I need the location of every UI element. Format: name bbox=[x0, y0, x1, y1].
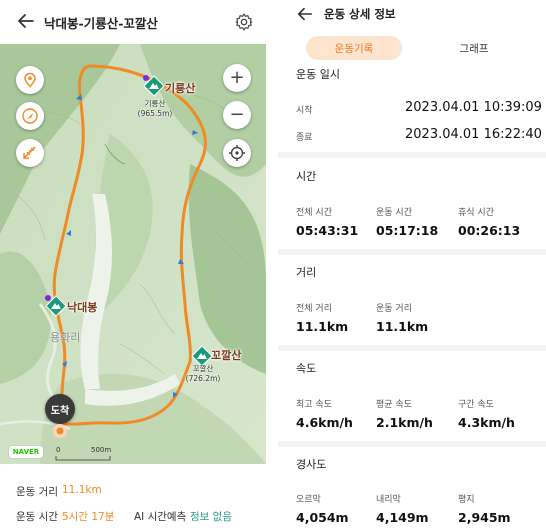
peak-name-label: 기룡산 bbox=[165, 82, 196, 95]
time-value: 5시간 17분 bbox=[62, 511, 115, 523]
naver-logo: NAVER bbox=[9, 446, 43, 458]
measure-button[interactable] bbox=[16, 139, 44, 167]
total-time-label: 전체 시간 bbox=[296, 208, 332, 218]
peak-sub-name: 기룡산 bbox=[144, 99, 166, 108]
flat-value: 2,945m bbox=[458, 510, 511, 525]
divider bbox=[271, 0, 278, 530]
crosshair-icon bbox=[229, 145, 245, 161]
end-value: 2023.04.01 16:22:40 bbox=[405, 127, 542, 142]
section-divider bbox=[278, 441, 546, 447]
gear-icon[interactable] bbox=[234, 12, 254, 32]
minus-icon: − bbox=[229, 104, 245, 125]
page-title: 낙대봉-기룡산-꼬깔산 bbox=[44, 16, 158, 31]
page-title: 운동 상세 정보 bbox=[324, 7, 396, 21]
back-arrow-icon[interactable] bbox=[296, 5, 314, 23]
gps-button[interactable] bbox=[223, 139, 251, 167]
section-divider bbox=[278, 152, 546, 158]
detail-screen: 운동 상세 정보 운동기록 그래프 운동 일시 시작 2023.04.01 10… bbox=[278, 0, 546, 530]
workout-distance-value: 11.1km bbox=[376, 319, 429, 334]
distance-label: 운동 거리 bbox=[16, 486, 58, 498]
peak-elevation: (726.2m) bbox=[185, 374, 221, 383]
total-time-value: 05:43:31 bbox=[296, 223, 359, 238]
peak-elevation: (965.5m) bbox=[137, 109, 173, 118]
workout-distance-label: 운동 거리 bbox=[376, 304, 412, 314]
end-badge[interactable]: 도착 bbox=[45, 394, 75, 424]
tab-graph[interactable]: 그래프 bbox=[426, 36, 522, 60]
back-arrow-icon[interactable] bbox=[16, 11, 36, 31]
location-pin-button[interactable] bbox=[16, 66, 44, 94]
avg-speed-value: 2.1km/h bbox=[376, 415, 433, 430]
section-speed-label: 구간 속도 bbox=[458, 400, 494, 410]
section-title-time: 시간 bbox=[296, 170, 317, 183]
compass-icon bbox=[22, 108, 38, 124]
section-divider bbox=[278, 249, 546, 255]
peak-name-label: 낙대봉 bbox=[67, 301, 98, 314]
map-screen: 낙대봉-기룡산-꼬깔산 + − 기룡산 기룡산 (965.5m) 꼬깔산 꼬깔산… bbox=[0, 0, 266, 530]
distance-value: 11.1km bbox=[62, 484, 102, 496]
start-value: 2023.04.01 10:39:09 bbox=[405, 100, 542, 115]
start-label: 시작 bbox=[296, 106, 313, 116]
section-title-distance: 거리 bbox=[296, 266, 317, 279]
end-label: 종료 bbox=[296, 133, 313, 143]
rest-time-label: 휴식 시간 bbox=[458, 208, 494, 218]
ai-estimate-label: AI 시간예측 bbox=[134, 511, 187, 523]
workout-time-label: 운동 시간 bbox=[376, 208, 412, 218]
time-label: 운동 시간 bbox=[16, 511, 58, 523]
trail-map[interactable]: + − 기룡산 기룡산 (965.5m) 꼬깔산 꼬깔산 (726.2m) 낙대… bbox=[0, 44, 266, 464]
flat-label: 평지 bbox=[458, 495, 475, 505]
section-title-slope: 경사도 bbox=[296, 458, 327, 471]
location-pin-icon bbox=[24, 72, 36, 88]
peak-marker-icon[interactable] bbox=[142, 74, 166, 98]
section-speed-value: 4.3km/h bbox=[458, 415, 515, 430]
village-label: 용화리 bbox=[50, 331, 81, 344]
zoom-in-button[interactable]: + bbox=[223, 64, 251, 92]
scale-zero: 0 bbox=[56, 446, 61, 454]
scale-label: 500m bbox=[91, 446, 112, 454]
peak-sub-name: 꼬깔산 bbox=[192, 364, 214, 373]
section-title-speed: 속도 bbox=[296, 362, 317, 375]
ai-estimate-value: 정보 없음 bbox=[190, 511, 232, 523]
total-distance-label: 전체 거리 bbox=[296, 304, 332, 314]
compass-button[interactable] bbox=[16, 102, 44, 130]
end-point-icon bbox=[53, 424, 67, 438]
downhill-value: 4,149m bbox=[376, 510, 429, 525]
max-speed-value: 4.6km/h bbox=[296, 415, 353, 430]
peak-marker-icon[interactable] bbox=[44, 294, 68, 318]
section-divider bbox=[278, 345, 546, 351]
workout-time-value: 05:17:18 bbox=[376, 223, 439, 238]
max-speed-label: 최고 속도 bbox=[296, 400, 332, 410]
tab-record[interactable]: 운동기록 bbox=[306, 36, 402, 60]
rest-time-value: 00:26:13 bbox=[458, 223, 521, 238]
avg-speed-label: 평균 속도 bbox=[376, 400, 412, 410]
summary-panel: 운동 거리 11.1km 운동 시간 5시간 17분 AI 시간예측 정보 없음 bbox=[0, 464, 266, 530]
ruler-icon bbox=[23, 146, 36, 159]
downhill-label: 내리막 bbox=[376, 495, 401, 505]
map-header: 낙대봉-기룡산-꼬깔산 bbox=[0, 0, 266, 44]
section-title-date: 운동 일시 bbox=[296, 68, 340, 81]
zoom-out-button[interactable]: − bbox=[223, 101, 251, 129]
total-distance-value: 11.1km bbox=[296, 319, 349, 334]
uphill-value: 4,054m bbox=[296, 510, 349, 525]
uphill-label: 오르막 bbox=[296, 495, 321, 505]
peak-name-label: 꼬깔산 bbox=[211, 349, 242, 362]
plus-icon: + bbox=[229, 67, 245, 88]
